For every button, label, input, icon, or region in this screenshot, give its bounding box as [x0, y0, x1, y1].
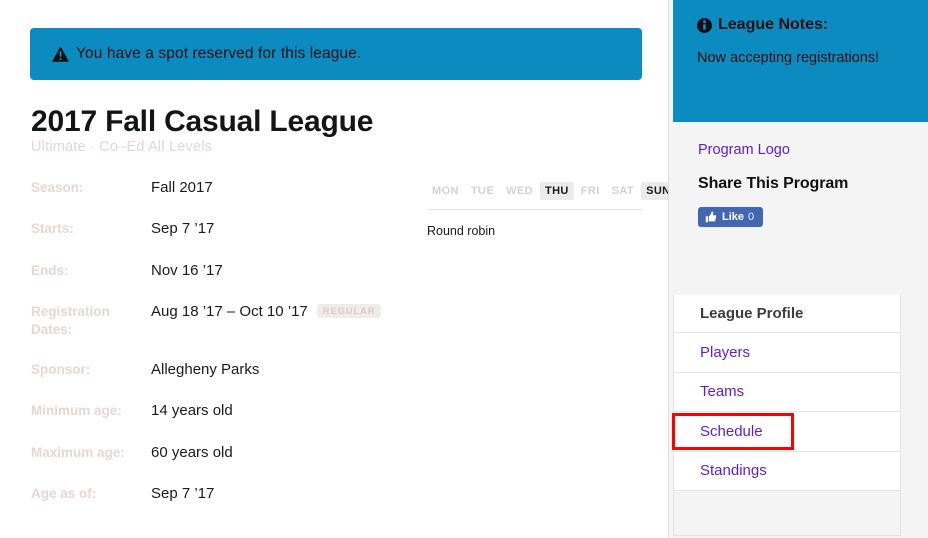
detail-value-text: 14 years old: [151, 402, 233, 420]
detail-value-text: Sep 7 ’17: [151, 220, 215, 238]
right-sidebar: League Notes: Now accepting registration…: [668, 0, 928, 538]
detail-value-text: Allegheny Parks: [151, 361, 260, 379]
league-notes-body: Now accepting registrations!: [697, 50, 880, 66]
page-subtitle: Ultimate · Co–Ed All Levels: [31, 139, 213, 155]
warning-triangle-icon: [52, 46, 69, 62]
detail-row: Age as of: Sep 7 ’17: [31, 484, 401, 504]
detail-value: Allegheny Parks: [151, 360, 259, 380]
share-panel-title: Share This Program: [698, 175, 849, 192]
detail-value: Nov 16 ’17: [151, 261, 223, 281]
detail-row: Sponsor: Allegheny Parks: [31, 360, 401, 380]
detail-label: Registration Dates:: [31, 303, 110, 337]
league-notes-title: League Notes:: [718, 16, 829, 33]
day-thu: THU: [539, 182, 574, 201]
thumbs-up-icon: [705, 211, 717, 223]
day-mon: MON: [432, 185, 459, 197]
program-logo-link[interactable]: Program Logo: [698, 142, 790, 158]
detail-row: Starts: Sep 7 ’17: [31, 219, 401, 239]
detail-value-text: Aug 18 ’17 – Oct 10 ’17: [151, 302, 308, 320]
league-format: Round robin: [427, 224, 496, 239]
detail-row: Ends: Nov 16 ’17: [31, 261, 401, 281]
detail-label: Starts:: [31, 221, 74, 237]
detail-value-text: Nov 16 ’17: [151, 261, 223, 279]
info-circle-icon: [697, 17, 712, 33]
registration-type-badge: REGULAR: [316, 303, 382, 319]
detail-row: Minimum age: 14 years old: [31, 401, 401, 421]
share-panel: Program Logo Share This Program Like 0: [673, 127, 928, 287]
day-tue: TUE: [470, 185, 495, 197]
schedule-days-widget: MON TUE WED THU FRI SAT SUN Round robin: [427, 182, 676, 239]
alert-message: You have a spot reserved for this league…: [76, 45, 362, 63]
days-of-week-row: MON TUE WED THU FRI SAT SUN: [427, 182, 676, 209]
facebook-like-count: 0: [748, 210, 755, 223]
detail-label: Sponsor:: [31, 362, 91, 378]
detail-value: Sep 7 ’17: [151, 484, 214, 504]
detail-value: 60 years old: [151, 443, 233, 463]
reserved-spot-alert: You have a spot reserved for this league…: [30, 28, 642, 80]
facebook-like-label: Like: [722, 210, 745, 223]
nav-panel-filler: [674, 491, 900, 535]
nav-item-schedule[interactable]: Schedule: [674, 412, 900, 452]
day-wed: WED: [506, 185, 533, 197]
detail-label: Maximum age:: [31, 444, 125, 460]
detail-row: Maximum age: 60 years old: [31, 443, 401, 463]
divider: [427, 209, 642, 211]
league-notes-panel: League Notes: Now accepting registration…: [673, 0, 928, 122]
detail-value-text: Sep 7 ’17: [151, 484, 215, 502]
detail-label: Season:: [31, 180, 84, 195]
detail-label: Ends:: [31, 262, 69, 278]
detail-value-text: 60 years old: [151, 443, 233, 461]
detail-value: Fall 2017: [151, 178, 213, 198]
nav-item-standings[interactable]: Standings: [674, 451, 900, 491]
detail-value-text: Fall 2017: [151, 179, 213, 196]
facebook-like-button[interactable]: Like 0: [698, 207, 764, 227]
detail-row: Season: Fall 2017: [31, 178, 401, 198]
league-profile-nav: League Profile Players Teams Schedule St…: [673, 295, 901, 536]
detail-value: Aug 18 ’17 – Oct 10 ’17 REGULAR: [151, 302, 382, 322]
league-notes-header: League Notes:: [697, 16, 909, 34]
day-sat: SAT: [611, 185, 635, 197]
page-title: 2017 Fall Casual League: [31, 105, 374, 138]
detail-value: 14 years old: [151, 401, 233, 421]
day-fri: FRI: [580, 185, 600, 197]
detail-row: Registration Dates: Aug 18 ’17 – Oct 10 …: [31, 302, 401, 339]
league-details-list: Season: Fall 2017 Starts: Sep 7 ’17 Ends…: [31, 178, 401, 525]
league-profile-header: League Profile: [674, 295, 900, 333]
nav-item-players[interactable]: Players: [674, 333, 900, 373]
detail-value: Sep 7 ’17: [151, 219, 214, 239]
detail-label: Minimum age:: [31, 403, 122, 419]
detail-label: Age as of:: [31, 485, 97, 501]
main-content: You have a spot reserved for this league…: [0, 0, 676, 538]
nav-item-teams[interactable]: Teams: [674, 372, 900, 412]
